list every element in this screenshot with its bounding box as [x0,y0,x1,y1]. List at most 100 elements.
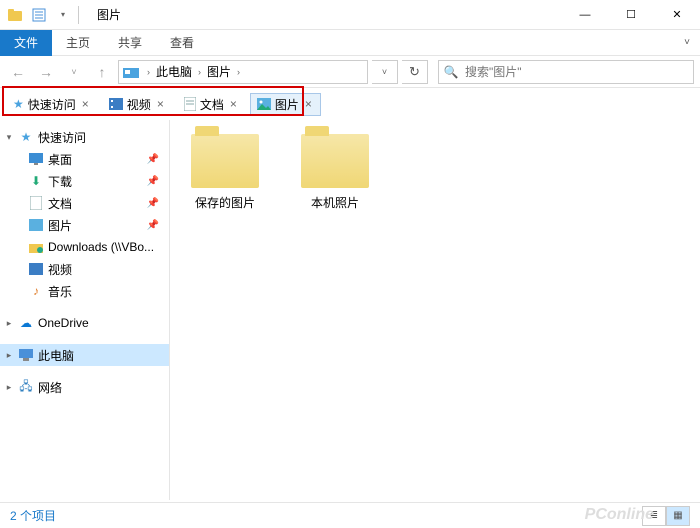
search-icon: 🔍 [439,65,463,79]
pin-icon: 📌 [147,154,159,165]
qat-dropdown-icon[interactable]: ▾ [52,4,74,26]
item-count: 2 个项目 [10,507,56,524]
folder-item[interactable]: 保存的图片 [180,134,270,211]
file-tab-label: 图片 [275,96,299,113]
netfolder-icon [28,239,44,255]
ribbon-tab-share[interactable]: 共享 [104,30,156,56]
folder-name: 保存的图片 [180,194,270,211]
file-tab-pictures[interactable]: 图片 × [250,93,321,116]
details-view-button[interactable]: ≣ [642,506,666,526]
file-tab-label: 快速访问 [28,96,76,113]
caret-icon[interactable]: ▸ [4,318,14,329]
tab-close-icon[interactable]: × [80,97,91,111]
tree-label: 网络 [38,379,62,396]
tree-downloads[interactable]: ⬇ 下载 📌 [0,170,169,192]
back-button[interactable]: ← [6,60,30,84]
pc-icon [18,347,34,363]
refresh-button[interactable]: ↻ [402,60,428,84]
file-tabs-strip: ★ 快速访问 × 视频 × 文档 × 图片 × [0,88,700,120]
tree-videos[interactable]: 视频 [0,258,169,280]
maximize-button[interactable]: ☐ [608,0,654,30]
ribbon-expand-icon[interactable]: ˅ [674,37,700,48]
status-bar: 2 个项目 ≣ ▦ [0,502,700,528]
tree-label: 文档 [48,195,72,212]
file-tab-documents[interactable]: 文档 × [177,93,246,116]
chevron-right-icon[interactable]: › [233,67,244,77]
pin-icon: 📌 [147,176,159,187]
ribbon-file-tab[interactable]: 文件 [0,30,52,56]
desktop-icon [28,151,44,167]
tree-label: 此电脑 [38,347,74,364]
breadcrumb-segment[interactable]: 图片 [205,63,233,80]
video-icon [109,98,123,110]
separator [78,6,79,24]
file-tab-label: 文档 [200,96,224,113]
caret-icon[interactable]: ▸ [4,350,14,361]
address-box[interactable]: › 此电脑 › 图片 › [118,60,368,84]
ribbon-tab-home[interactable]: 主页 [52,30,104,56]
location-icon [121,62,141,82]
doc-icon [28,195,44,211]
folder-icon [191,134,259,188]
tab-close-icon[interactable]: × [228,97,239,111]
caret-icon[interactable]: ▸ [4,382,14,393]
caret-down-icon[interactable]: ▾ [4,132,14,143]
file-tab-quickaccess[interactable]: ★ 快速访问 × [6,93,98,116]
search-input[interactable] [463,65,693,79]
star-icon: ★ [13,97,24,111]
music-icon: ♪ [28,283,44,299]
tree-pictures[interactable]: 图片 📌 [0,214,169,236]
history-dropdown[interactable]: ˅ [62,60,86,84]
up-button[interactable]: ↑ [90,60,114,84]
tab-close-icon[interactable]: × [155,97,166,111]
close-button[interactable]: ✕ [654,0,700,30]
tree-this-pc[interactable]: ▸ 此电脑 [0,344,169,366]
picture-icon [257,98,271,110]
tree-documents[interactable]: 文档 📌 [0,192,169,214]
tree-quick-access[interactable]: ▾ ★ 快速访问 [0,126,169,148]
ribbon-tabs: 文件 主页 共享 查看 ˅ [0,30,700,56]
tree-music[interactable]: ♪ 音乐 [0,280,169,302]
window-title: 图片 [97,6,121,23]
properties-icon[interactable] [28,4,50,26]
minimize-button[interactable]: — [562,0,608,30]
ribbon-tab-view[interactable]: 查看 [156,30,208,56]
tree-label: 图片 [48,217,72,234]
tree-label: 快速访问 [38,129,86,146]
content-pane[interactable]: 保存的图片 本机照片 [170,120,700,500]
folder-item[interactable]: 本机照片 [290,134,380,211]
picture-icon [28,217,44,233]
forward-button[interactable]: → [34,60,58,84]
quick-access-toolbar: ▾ [0,4,85,26]
file-tab-videos[interactable]: 视频 × [102,93,173,116]
download-icon: ⬇ [28,173,44,189]
tab-close-icon[interactable]: × [303,97,314,111]
body: ▾ ★ 快速访问 桌面 📌 ⬇ 下载 📌 文档 📌 图片 📌 Downloads… [0,120,700,500]
folder-name: 本机照片 [290,194,380,211]
title-bar: ▾ 图片 — ☐ ✕ [0,0,700,30]
view-toggles: ≣ ▦ [642,506,690,526]
tree-label: 视频 [48,261,72,278]
address-bar: ← → ˅ ↑ › 此电脑 › 图片 › ˅ ↻ 🔍 [0,56,700,88]
tree-label: 桌面 [48,151,72,168]
tree-label: 下载 [48,173,72,190]
doc-icon [184,97,196,111]
tree-onedrive[interactable]: ▸ ☁ OneDrive [0,312,169,334]
pin-icon: 📌 [147,220,159,231]
network-icon: 🖧 [18,379,34,395]
search-box[interactable]: 🔍 [438,60,694,84]
address-dropdown[interactable]: ˅ [372,60,398,84]
tree-label: Downloads (\\VBo... [48,240,154,254]
folder-icon [301,134,369,188]
star-icon: ★ [18,129,34,145]
tree-desktop[interactable]: 桌面 📌 [0,148,169,170]
icons-view-button[interactable]: ▦ [666,506,690,526]
file-tab-label: 视频 [127,96,151,113]
tree-label: OneDrive [38,316,89,330]
tree-network-downloads[interactable]: Downloads (\\VBo... [0,236,169,258]
breadcrumb-segment[interactable]: 此电脑 [154,63,194,80]
chevron-right-icon[interactable]: › [194,67,205,77]
tree-network[interactable]: ▸ 🖧 网络 [0,376,169,398]
chevron-right-icon[interactable]: › [143,67,154,77]
onedrive-icon: ☁ [18,315,34,331]
